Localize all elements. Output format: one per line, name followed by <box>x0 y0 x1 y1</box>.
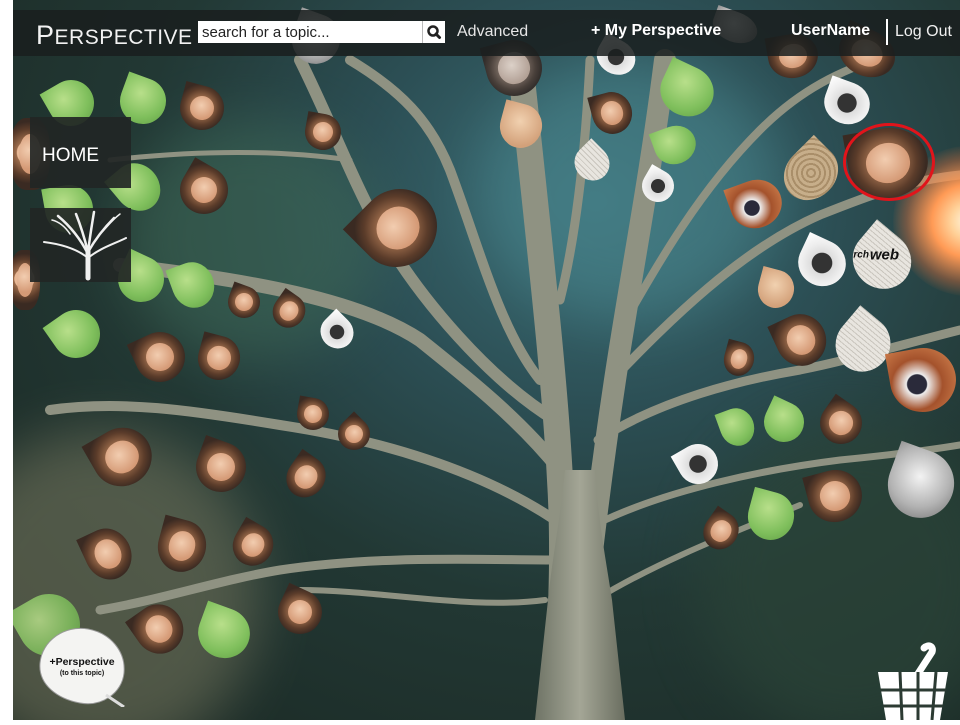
tree-view-button[interactable] <box>30 208 131 282</box>
advanced-search-link[interactable]: Advanced <box>457 23 528 41</box>
search-input[interactable] <box>198 21 422 43</box>
app-logo[interactable]: PERSPECTIVE <box>36 20 193 51</box>
web-label: web <box>869 246 900 264</box>
left-page-edge <box>0 0 13 720</box>
canvas: web rch <box>0 0 960 720</box>
search-button[interactable] <box>422 21 445 43</box>
home-button[interactable]: HOME <box>30 117 131 188</box>
divider <box>886 19 888 45</box>
selected-highlight <box>843 123 935 201</box>
add-perspective-button[interactable]: +Perspective (to this topic) <box>36 623 128 707</box>
tree-icon <box>43 210 127 281</box>
my-perspective-link[interactable]: + My Perspective <box>591 22 721 40</box>
add-perspective-title: +Perspective <box>49 656 115 668</box>
username-link[interactable]: UserName <box>791 22 870 40</box>
top-navigation-bar: PERSPECTIVE Advanced + My Perspective Us… <box>13 10 960 56</box>
basket-icon <box>878 642 948 721</box>
add-perspective-subtitle: (to this topic) <box>59 670 105 677</box>
web-label-small: rch <box>853 249 869 261</box>
home-label: HOME <box>42 145 99 166</box>
magnifier-icon <box>427 25 441 39</box>
basket-button[interactable] <box>874 640 952 721</box>
logout-link[interactable]: Log Out <box>895 23 952 41</box>
